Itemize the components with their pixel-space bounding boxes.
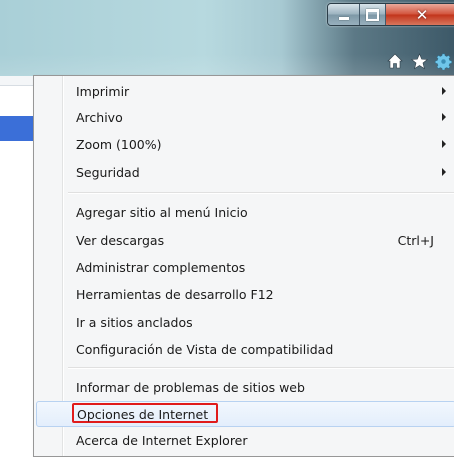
menu-item-label: Acerca de Internet Explorer bbox=[76, 432, 248, 448]
browser-toolbar-icons bbox=[382, 50, 454, 72]
window-caption-buttons: ✕ bbox=[327, 3, 454, 26]
menu-item-imprimir[interactable]: Imprimir bbox=[36, 79, 454, 103]
menu-item-administrar-complementos[interactable]: Administrar complementos bbox=[36, 255, 454, 279]
menu-item-label: Archivo bbox=[76, 109, 123, 125]
menu-separator bbox=[68, 367, 454, 369]
menu-item-informar-problemas[interactable]: Informar de problemas de sitios web bbox=[36, 375, 454, 399]
submenu-arrow-icon bbox=[442, 113, 446, 121]
menu-item-label: Agregar sitio al menú Inicio bbox=[76, 204, 248, 220]
menu-item-seguridad[interactable]: Seguridad bbox=[36, 160, 454, 184]
menu-item-label: Configuración de Vista de compatibilidad bbox=[76, 341, 334, 357]
menu-item-label: Opciones de Internet bbox=[77, 406, 209, 422]
maximize-button[interactable] bbox=[360, 4, 386, 25]
menu-item-label: Informar de problemas de sitios web bbox=[76, 379, 305, 395]
menu-item-label: Administrar complementos bbox=[76, 259, 246, 275]
favorites-star-icon[interactable] bbox=[408, 51, 430, 71]
menu-item-agregar-sitio[interactable]: Agregar sitio al menú Inicio bbox=[36, 200, 454, 224]
menu-item-label: Ir a sitios anclados bbox=[76, 314, 193, 330]
page-blue-block bbox=[0, 116, 34, 141]
menu-item-zoom[interactable]: Zoom (100%) bbox=[36, 132, 454, 156]
tools-menu: Imprimir Archivo Zoom (100%) Seguridad A… bbox=[33, 75, 454, 457]
menu-item-acerca-de[interactable]: Acerca de Internet Explorer bbox=[36, 428, 454, 452]
menu-item-label: Zoom (100%) bbox=[76, 136, 162, 152]
submenu-arrow-icon bbox=[442, 140, 446, 148]
menu-item-archivo[interactable]: Archivo bbox=[36, 105, 454, 129]
menu-item-herramientas-desarrollo[interactable]: Herramientas de desarrollo F12 bbox=[36, 282, 454, 306]
minimize-icon bbox=[338, 17, 349, 20]
menu-item-label: Seguridad bbox=[76, 164, 140, 180]
menu-item-sitios-anclados[interactable]: Ir a sitios anclados bbox=[36, 310, 454, 334]
menu-separator bbox=[68, 192, 454, 194]
close-icon: ✕ bbox=[415, 5, 429, 24]
menu-item-label: Herramientas de desarrollo F12 bbox=[76, 286, 274, 302]
close-button[interactable]: ✕ bbox=[386, 4, 454, 25]
maximize-icon bbox=[366, 8, 379, 21]
home-icon[interactable] bbox=[384, 51, 406, 71]
menu-item-label: Ver descargas bbox=[76, 232, 165, 248]
menu-item-label: Imprimir bbox=[76, 83, 130, 99]
menu-item-ver-descargas[interactable]: Ver descargas Ctrl+J bbox=[36, 228, 454, 252]
minimize-button[interactable] bbox=[328, 4, 360, 25]
menu-item-vista-compatibilidad[interactable]: Configuración de Vista de compatibilidad bbox=[36, 337, 454, 361]
submenu-arrow-icon bbox=[442, 168, 446, 176]
submenu-arrow-icon bbox=[442, 87, 446, 95]
menu-item-shortcut: Ctrl+J bbox=[397, 232, 434, 248]
tools-gear-icon[interactable] bbox=[432, 51, 454, 71]
menu-item-opciones-internet[interactable]: Opciones de Internet bbox=[36, 401, 454, 427]
